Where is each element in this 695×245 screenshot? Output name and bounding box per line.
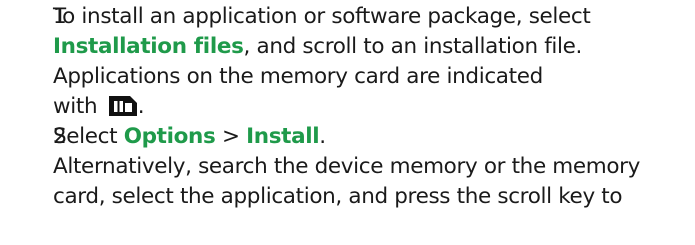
step-2-line-1: Select Options > Install. xyxy=(53,122,326,152)
step-text: , and scroll to an installation file. xyxy=(243,34,583,59)
step-2-line-2: Alternatively, search the device memory … xyxy=(53,152,640,182)
step-text: . xyxy=(319,124,326,149)
install-keyword: Install xyxy=(246,124,320,149)
manual-page: 1 To install an application or software … xyxy=(0,0,695,245)
installation-files-keyword: Installation files xyxy=(53,34,244,59)
step-1-line-4: with . xyxy=(53,92,145,122)
step-text: Select xyxy=(53,124,124,149)
step-1-line-2: Installation files, and scroll to an ins… xyxy=(53,32,582,62)
step-text: To install an application or software pa… xyxy=(53,4,591,29)
options-keyword: Options xyxy=(123,124,216,149)
step-text: card, select the application, and press … xyxy=(53,184,623,209)
step-text: Alternatively, search the device memory … xyxy=(53,154,641,179)
step-1-line-1: To install an application or software pa… xyxy=(53,2,591,32)
step-2-line-3: card, select the application, and press … xyxy=(53,182,623,212)
menu-separator: > xyxy=(215,124,247,149)
step-text: . xyxy=(137,94,145,119)
step-text: Applications on the memory card are indi… xyxy=(53,64,543,89)
step-1-line-3: Applications on the memory card are indi… xyxy=(53,62,543,92)
step-text: with xyxy=(53,94,98,119)
memory-card-icon xyxy=(108,96,137,116)
